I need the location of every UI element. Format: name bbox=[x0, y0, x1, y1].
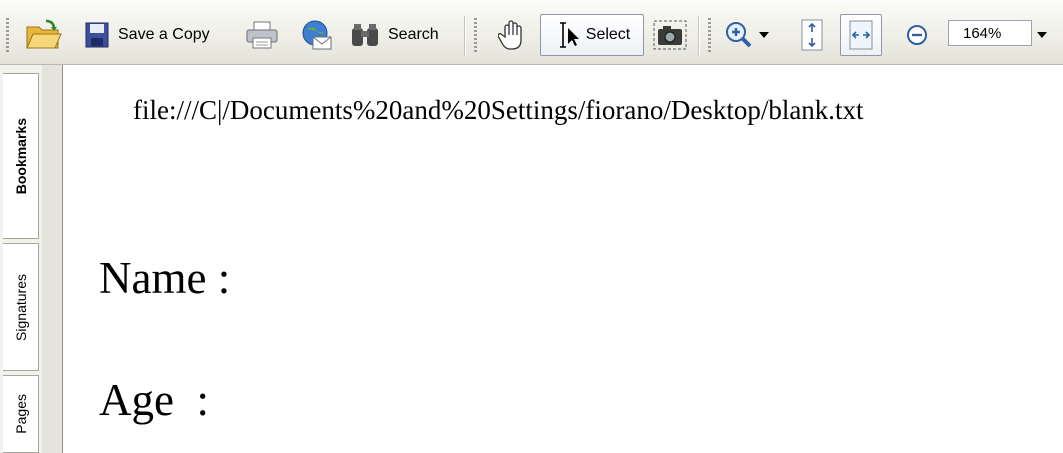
navigation-panel-edge[interactable] bbox=[42, 65, 63, 453]
main-toolbar: Save a Copy Search Select 164% bbox=[0, 0, 1063, 65]
toolbar-grip[interactable] bbox=[6, 18, 9, 54]
zoom-input[interactable]: 164% bbox=[948, 20, 1032, 46]
document-header-url: file:///C|/Documents%20and%20Settings/fi… bbox=[133, 95, 864, 125]
toolbar-separator bbox=[464, 16, 466, 56]
document-line-name: Name : bbox=[99, 253, 231, 303]
navigation-panel: Bookmarks Signatures Pages bbox=[0, 65, 63, 453]
select-cursor-icon bbox=[559, 22, 579, 48]
fit-page-icon bbox=[801, 19, 823, 51]
fit-page-button[interactable] bbox=[792, 16, 832, 54]
search-label: Search bbox=[388, 26, 439, 43]
hand-icon bbox=[498, 20, 522, 50]
hand-tool-button[interactable] bbox=[492, 16, 532, 54]
tab-pages[interactable]: Pages bbox=[3, 375, 39, 453]
save-disk-icon bbox=[85, 22, 109, 48]
search-button[interactable]: Search bbox=[350, 16, 460, 54]
document-line-age: Age : bbox=[99, 375, 209, 425]
fit-width-button[interactable] bbox=[840, 14, 882, 56]
tab-bookmarks-label: Bookmarks bbox=[12, 117, 29, 195]
snapshot-button[interactable] bbox=[650, 16, 690, 54]
email-globe-icon bbox=[302, 20, 332, 50]
navigation-tab-strip: Bookmarks Signatures Pages bbox=[0, 65, 43, 453]
fit-width-icon bbox=[849, 20, 873, 50]
select-tool-button[interactable]: Select bbox=[540, 14, 644, 56]
tab-bookmarks[interactable]: Bookmarks bbox=[3, 73, 39, 239]
dropdown-arrow-icon bbox=[759, 32, 769, 38]
select-label: Select bbox=[585, 26, 631, 43]
toolbar-separator bbox=[698, 16, 700, 56]
zoom-value: 164% bbox=[963, 24, 1002, 42]
open-button[interactable] bbox=[22, 14, 66, 56]
zoom-in-button[interactable] bbox=[722, 16, 756, 54]
zoom-in-dropdown[interactable] bbox=[756, 26, 772, 44]
tab-signatures[interactable]: Signatures bbox=[3, 243, 39, 371]
zoom-in-icon bbox=[726, 22, 752, 48]
email-button[interactable] bbox=[296, 16, 336, 54]
binoculars-icon bbox=[352, 24, 378, 46]
tab-pages-label: Pages bbox=[12, 394, 29, 434]
zoom-dropdown[interactable] bbox=[1034, 26, 1050, 44]
save-copy-button[interactable]: Save a Copy bbox=[84, 16, 234, 54]
snapshot-camera-icon bbox=[653, 20, 687, 50]
open-folder-icon bbox=[26, 19, 62, 49]
tab-signatures-label: Signatures bbox=[12, 273, 29, 341]
dropdown-arrow-icon bbox=[1037, 32, 1047, 38]
toolbar-grip[interactable] bbox=[474, 18, 477, 54]
print-icon bbox=[246, 21, 278, 49]
toolbar-grip[interactable] bbox=[708, 18, 711, 54]
zoom-out-button[interactable] bbox=[900, 16, 934, 54]
print-button[interactable] bbox=[242, 16, 282, 54]
zoom-out-icon bbox=[907, 25, 927, 45]
save-copy-label: Save a Copy bbox=[118, 26, 210, 43]
document-page[interactable]: file:///C|/Documents%20and%20Settings/fi… bbox=[63, 65, 1063, 453]
